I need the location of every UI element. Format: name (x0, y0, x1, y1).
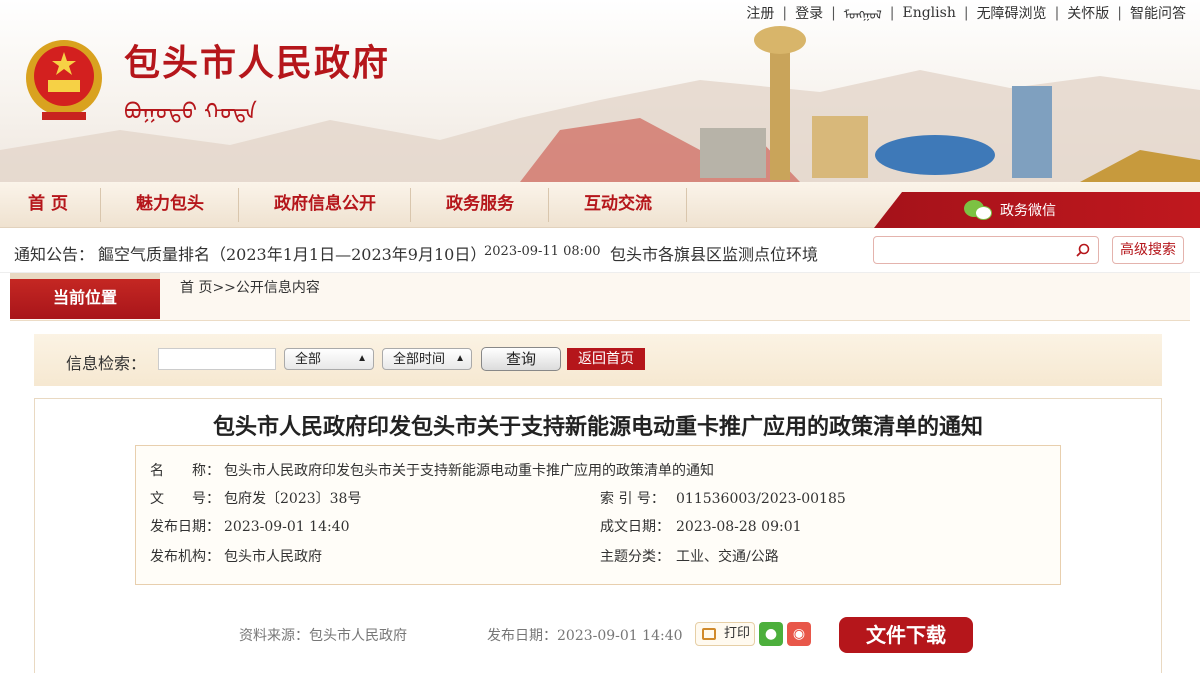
nav-divider (238, 188, 239, 222)
printer-icon (702, 628, 716, 640)
meta-pub-date-row: 发布日期： 2023-09-01 14:40 (150, 516, 350, 536)
meta-pub-date-key: 发布日期： (150, 519, 220, 535)
time-selected-value: 全部时间 (393, 351, 446, 366)
category-select[interactable]: 全部 ▲ (284, 348, 374, 370)
query-button[interactable]: 查询 (481, 347, 561, 371)
meta-index-key: 索 引 号： (600, 491, 665, 507)
nav-home[interactable]: 首 页 (0, 182, 96, 228)
nav-charm-baotou[interactable]: 魅力包头 (102, 182, 238, 228)
header-banner: 包头市人民政府 ᠪᠣᠭᠣᠲᠣ ᠬᠣᠲᠠ 注册 | 登录 | ᠮᠣᠩᠭᠣᠯ | E… (0, 0, 1200, 182)
register-link[interactable]: 注册 (742, 3, 778, 23)
back-home-button[interactable]: 返回首页 (567, 348, 645, 370)
login-link[interactable]: 登录 (791, 3, 827, 23)
article-title: 包头市人民政府印发包头市关于支持新能源电动重卡推广应用的政策清单的通知 (212, 414, 983, 440)
nav-divider (100, 188, 101, 222)
share-wechat-button[interactable]: ● (759, 622, 783, 646)
nav-divider (686, 188, 687, 222)
divider: | (831, 4, 836, 21)
accessibility-link[interactable]: 无障碍浏览 (973, 3, 1051, 23)
wechat-share-icon: ● (764, 626, 778, 642)
breadcrumb-label: 当前位置 (10, 273, 160, 319)
site-search-box (873, 236, 1099, 264)
share-weibo-button[interactable]: ◉ (787, 622, 811, 646)
meta-index-value: 011536003/2023-00185 (676, 491, 846, 507)
article: 包头市人民政府印发包头市关于支持新能源电动重卡推广应用的政策清单的通知 名 称：… (34, 398, 1162, 673)
meta-topic-value: 工业、交通/公路 (676, 549, 779, 565)
notice-item[interactable]: 包头市各旗县区监测点位环境 (610, 241, 822, 265)
notice-label: 通知公告： (14, 245, 95, 264)
meta-name-key: 名 称： (150, 463, 220, 479)
weibo-share-icon: ◉ (792, 626, 806, 642)
divider: | (889, 4, 895, 21)
nav-gov-info-public[interactable]: 政府信息公开 (240, 182, 410, 228)
article-footer: 资料来源：包头市人民政府 发布日期：2023-09-01 14:40 打印 ● … (35, 617, 1161, 665)
info-search-label: 信息检索： (66, 354, 147, 373)
article-pub-date: 发布日期：2023-09-01 14:40 (487, 628, 683, 644)
meta-name-value: 包头市人民政府印发包头市关于支持新能源电动重卡推广应用的政策清单的通知 (224, 463, 714, 479)
site-title: 包头市人民政府 (124, 42, 391, 84)
national-emblem-icon (26, 40, 102, 120)
search-icon[interactable] (1076, 243, 1090, 257)
breadcrumb-path[interactable]: 首 页>>公开信息内容 (180, 277, 320, 297)
meta-doc-no-row: 文 号： 包府发〔2023〕38号 (150, 488, 361, 508)
category-selected-value: 全部 (295, 351, 322, 366)
meta-org-row: 发布机构： 包头市人民政府 (150, 546, 322, 566)
info-search-strip: 信息检索： 全部 ▲ 全部时间 ▲ 查询 返回首页 (34, 334, 1162, 386)
meta-topic-key: 主题分类： (600, 549, 670, 565)
notice-item[interactable]: 饇空气质量排名（2023年1月1日—2023年9月10日） (98, 241, 486, 265)
divider: | (782, 4, 788, 21)
mongolian-version-link[interactable]: ᠮᠣᠩᠭᠣᠯ (840, 2, 886, 23)
meta-org-value: 包头市人民政府 (224, 549, 322, 565)
notice-item-date: 2023-09-11 08:00 (484, 244, 601, 259)
wechat-icon (964, 198, 994, 222)
select-arrows-icon: ▲ (455, 353, 465, 364)
care-version-link[interactable]: 关怀版 (1063, 3, 1113, 23)
gov-wechat-button[interactable]: 政务微信 (874, 192, 1200, 228)
info-search-input[interactable] (158, 348, 276, 370)
mongolian-site-title: ᠪᠣᠭᠣᠲᠣ ᠬᠣᠲᠠ (124, 100, 257, 125)
meta-created-value: 2023-08-28 09:01 (676, 519, 802, 535)
meta-pub-date-value: 2023-09-01 14:40 (224, 519, 350, 535)
nav-divider (410, 188, 411, 222)
nav-interaction[interactable]: 互动交流 (550, 182, 686, 228)
meta-index-row: 索 引 号： 011536003/2023-00185 (600, 488, 846, 508)
smart-qa-link[interactable]: 智能问答 (1126, 3, 1190, 23)
divider: | (1054, 4, 1060, 21)
meta-topic-row: 主题分类： 工业、交通/公路 (600, 546, 779, 566)
file-download-button[interactable]: 文件下载 (839, 617, 973, 653)
meta-name-row: 名 称： 包头市人民政府印发包头市关于支持新能源电动重卡推广应用的政策清单的通知 (150, 460, 714, 480)
site-search-input[interactable] (880, 237, 1070, 263)
article-source: 资料来源：包头市人民政府 (239, 628, 407, 644)
article-meta-box: 名 称： 包头市人民政府印发包头市关于支持新能源电动重卡推广应用的政策清单的通知 … (135, 445, 1061, 585)
top-links: 注册 | 登录 | ᠮᠣᠩᠭᠣᠯ | English | 无障碍浏览 | 关怀版… (742, 2, 1190, 23)
print-label: 打印 (724, 626, 751, 641)
meta-doc-no-value: 包府发〔2023〕38号 (224, 491, 362, 507)
meta-doc-no-key: 文 号： (150, 491, 220, 507)
meta-created-row: 成文日期： 2023-08-28 09:01 (600, 516, 802, 536)
nav-divider (548, 188, 549, 222)
meta-created-key: 成文日期： (600, 519, 670, 535)
print-button[interactable]: 打印 (695, 622, 755, 646)
main-nav: 首 页 魅力包头 政府信息公开 政务服务 互动交流 政务微信 (0, 182, 1200, 228)
meta-org-key: 发布机构： (150, 549, 220, 565)
advanced-search-button[interactable]: 高级搜索 (1112, 236, 1184, 264)
divider: | (963, 4, 969, 21)
time-select[interactable]: 全部时间 ▲ (382, 348, 472, 370)
gov-wechat-label: 政务微信 (1000, 203, 1056, 219)
divider: | (1117, 4, 1122, 21)
select-arrows-icon: ▲ (357, 353, 367, 364)
nav-gov-services[interactable]: 政务服务 (412, 182, 548, 228)
english-link[interactable]: English (898, 5, 959, 21)
breadcrumb: 当前位置 首 页>>公开信息内容 (10, 273, 1190, 321)
